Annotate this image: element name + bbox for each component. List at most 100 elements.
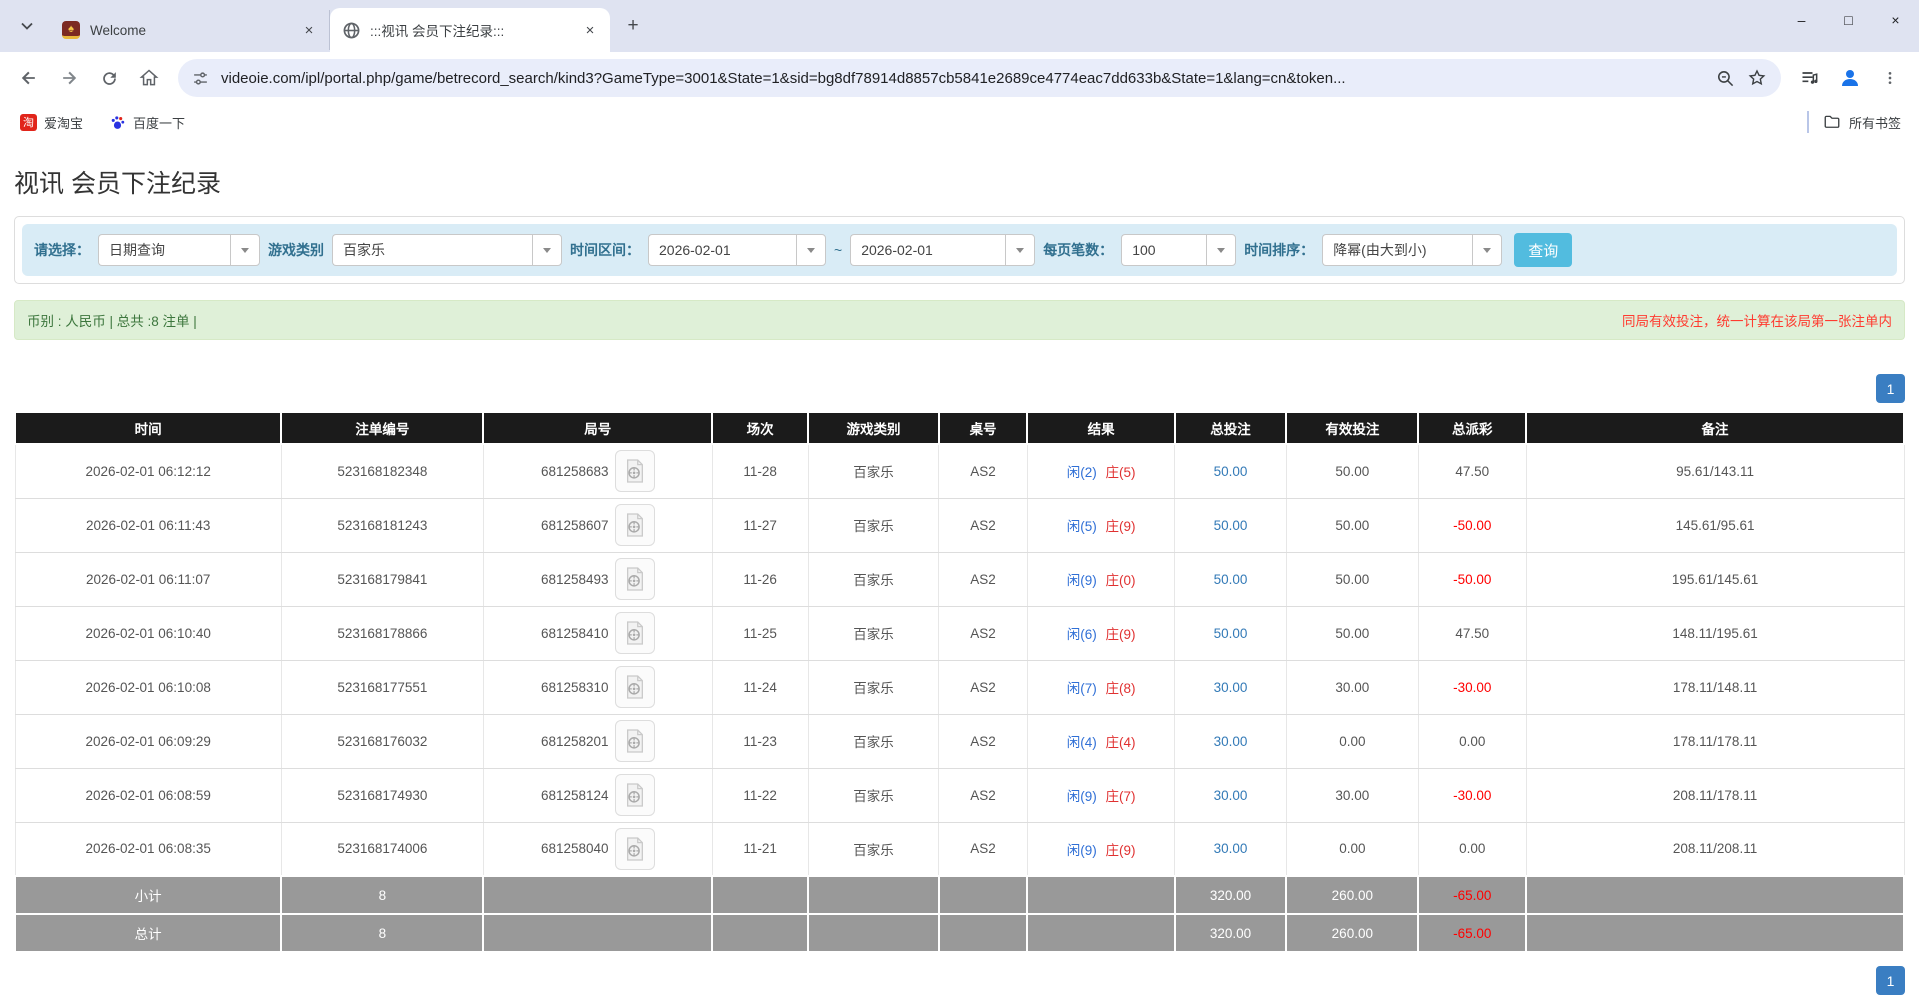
page-size-value[interactable]: 100: [1121, 234, 1206, 266]
browser-menu-button[interactable]: [1871, 59, 1909, 97]
media-controls-button[interactable]: [1791, 59, 1829, 97]
total-bet-link[interactable]: 50.00: [1214, 518, 1248, 533]
payout-cell: -30.00: [1418, 768, 1526, 822]
pagination-bottom: 1: [14, 966, 1905, 995]
all-bookmarks-button[interactable]: 所有书签: [1823, 113, 1907, 132]
tab-close-icon[interactable]: ×: [299, 20, 319, 40]
date-from-value[interactable]: 2026-02-01: [648, 234, 796, 266]
col-header-valid-bet: 有效投注: [1286, 412, 1418, 444]
total-bet-link[interactable]: 50.00: [1214, 464, 1248, 479]
bookmark-aitaobao[interactable]: 淘 爱淘宝: [12, 109, 91, 136]
result-cell: 闲(9) 庄(7): [1027, 768, 1174, 822]
grand-total-row: 总计 8 320.00 260.00 -65.00: [15, 914, 1904, 952]
url-text[interactable]: videoie.com/ipl/portal.php/game/betrecor…: [221, 70, 1704, 87]
time-sort-select[interactable]: 降幂(由大到小): [1322, 234, 1502, 266]
total-bet-link[interactable]: 30.00: [1214, 680, 1248, 695]
reload-button[interactable]: [90, 59, 128, 97]
col-header-time: 时间: [15, 412, 281, 444]
date-to-select[interactable]: 2026-02-01: [850, 234, 1035, 266]
video-replay-button[interactable]: [615, 450, 655, 492]
total-bet-link[interactable]: 50.00: [1214, 626, 1248, 641]
bookmark-baidu[interactable]: 百度一下: [101, 109, 193, 136]
bet-id-cell: 523168174930: [281, 768, 483, 822]
payout-cell: 0.00: [1418, 822, 1526, 876]
dropdown-arrow-icon[interactable]: [1005, 234, 1035, 266]
bookmark-star-icon[interactable]: [1747, 68, 1767, 88]
game-type-cell: 百家乐: [808, 444, 938, 498]
result-player-text: 闲(7): [1067, 681, 1097, 696]
video-replay-button[interactable]: [615, 720, 655, 762]
window-minimize-button[interactable]: –: [1778, 0, 1825, 40]
note-cell: 148.11/195.61: [1526, 606, 1904, 660]
profile-avatar[interactable]: [1831, 59, 1869, 97]
forward-button[interactable]: [50, 59, 88, 97]
taobao-icon: 淘: [20, 114, 37, 131]
video-replay-button[interactable]: [615, 828, 655, 870]
page-1-button[interactable]: 1: [1876, 374, 1905, 403]
total-bet-link[interactable]: 50.00: [1214, 572, 1248, 587]
col-header-bet-id: 注单编号: [281, 412, 483, 444]
tab-close-icon[interactable]: ×: [580, 20, 600, 40]
dropdown-arrow-icon[interactable]: [230, 234, 260, 266]
total-bet-link[interactable]: 30.00: [1214, 841, 1248, 856]
tab-welcome[interactable]: ♠ Welcome ×: [50, 10, 330, 50]
dropdown-arrow-icon[interactable]: [1472, 234, 1502, 266]
note-cell: 178.11/148.11: [1526, 660, 1904, 714]
result-player-text: 闲(4): [1067, 735, 1097, 750]
tab-title: Welcome: [90, 23, 289, 38]
note-cell: 195.61/145.61: [1526, 552, 1904, 606]
result-player-text: 闲(6): [1067, 627, 1097, 642]
round-id-cell: 681258124: [483, 768, 712, 822]
col-header-session: 场次: [712, 412, 808, 444]
game-type-select[interactable]: 百家乐: [332, 234, 562, 266]
video-replay-button[interactable]: [615, 774, 655, 816]
query-type-select[interactable]: 日期查询: [98, 234, 260, 266]
round-id-text: 681258410: [541, 626, 609, 641]
time-cell: 2026-02-01 06:10:08: [15, 660, 281, 714]
page-size-select[interactable]: 100: [1121, 234, 1236, 266]
date-to-value[interactable]: 2026-02-01: [850, 234, 1005, 266]
total-bet-link[interactable]: 30.00: [1214, 788, 1248, 803]
site-settings-tune-icon[interactable]: [192, 70, 209, 87]
total-bet-cell: 50.00: [1175, 552, 1286, 606]
video-replay-button[interactable]: [615, 612, 655, 654]
round-id-cell: 681258607: [483, 498, 712, 552]
dropdown-arrow-icon[interactable]: [532, 234, 562, 266]
video-replay-button[interactable]: [615, 666, 655, 708]
table-row: 2026-02-01 06:08:59 523168174930 6812581…: [15, 768, 1904, 822]
date-from-select[interactable]: 2026-02-01: [648, 234, 826, 266]
zoom-icon[interactable]: [1716, 69, 1735, 88]
folder-icon: [1823, 113, 1841, 131]
window-close-button[interactable]: ×: [1872, 0, 1919, 40]
grand-total-total-bet: 320.00: [1175, 914, 1286, 952]
dropdown-arrow-icon[interactable]: [796, 234, 826, 266]
video-replay-button[interactable]: [615, 504, 655, 546]
window-maximize-button[interactable]: □: [1825, 0, 1872, 40]
new-tab-button[interactable]: +: [618, 11, 648, 41]
total-bet-link[interactable]: 30.00: [1214, 734, 1248, 749]
round-id-text: 681258683: [541, 464, 609, 479]
time-sort-value[interactable]: 降幂(由大到小): [1322, 234, 1472, 266]
game-type-cell: 百家乐: [808, 552, 938, 606]
dropdown-arrow-icon[interactable]: [1206, 234, 1236, 266]
home-icon: [139, 68, 159, 88]
time-range-label: 时间区间：: [570, 240, 640, 260]
tab-search-button[interactable]: [10, 9, 44, 43]
valid-bet-notice-text: 同局有效投注，统一计算在该局第一张注单内: [1622, 310, 1892, 330]
note-cell: 178.11/178.11: [1526, 714, 1904, 768]
game-type-value[interactable]: 百家乐: [332, 234, 532, 266]
valid-bet-cell: 0.00: [1286, 822, 1418, 876]
search-button[interactable]: 查询: [1514, 233, 1572, 267]
back-button[interactable]: [10, 59, 48, 97]
total-bet-cell: 30.00: [1175, 714, 1286, 768]
home-button[interactable]: [130, 59, 168, 97]
round-id-text: 681258124: [541, 788, 609, 803]
query-type-value[interactable]: 日期查询: [98, 234, 230, 266]
video-replay-button[interactable]: [615, 558, 655, 600]
result-player-text: 闲(9): [1067, 789, 1097, 804]
address-bar[interactable]: videoie.com/ipl/portal.php/game/betrecor…: [178, 59, 1781, 97]
media-controls-icon: [1800, 68, 1820, 88]
session-cell: 11-23: [712, 714, 808, 768]
tab-bet-record-active[interactable]: :::视讯 会员下注纪录::: ×: [330, 8, 610, 52]
page-1-button[interactable]: 1: [1876, 966, 1905, 995]
